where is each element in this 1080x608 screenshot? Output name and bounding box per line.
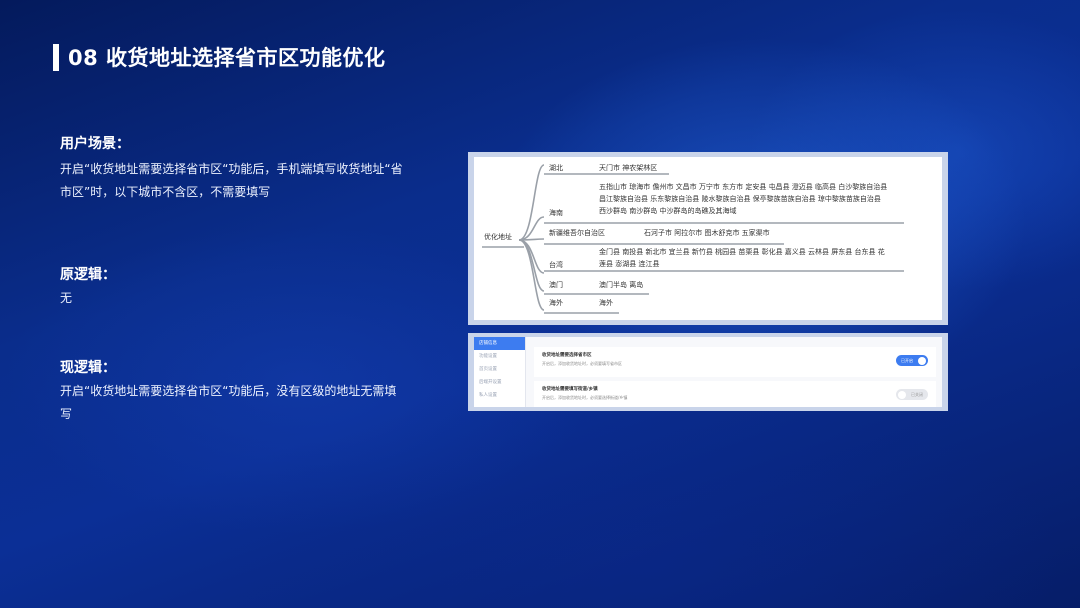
mindmap-branch-label: 台湾 bbox=[549, 261, 563, 269]
mindmap-canvas: 优化地址 湖北 天门市 神农架林区 海南 五指山市 琼海市 儋州市 文昌市 万宁… bbox=[474, 157, 942, 320]
setting-row: 收货地址需要选择省市区 开启后，添加收货地址时，必须要填写省市区 已开启 bbox=[534, 347, 936, 377]
mindmap-branch-items: 澳门半岛 离岛 bbox=[599, 281, 644, 289]
title-accent-bar bbox=[53, 44, 59, 71]
setting-title: 收货地址需要选择省市区 bbox=[542, 353, 592, 358]
mindmap-screenshot: 优化地址 湖北 天门市 神农架林区 海南 五指山市 琼海市 儋州市 文昌市 万宁… bbox=[468, 152, 948, 325]
setting-toggle[interactable]: 已关闭 bbox=[896, 389, 928, 400]
settings-main: 收货地址需要选择省市区 开启后，添加收货地址时，必须要填写省市区 已开启 收货地… bbox=[534, 341, 936, 407]
setting-title: 收货地址需要填写街道/乡镇 bbox=[542, 387, 598, 392]
old-logic-body: 无 bbox=[60, 291, 73, 305]
sidebar-item[interactable]: 功能设置 bbox=[474, 350, 525, 363]
page-title: 08 收货地址选择省市区功能优化 bbox=[68, 46, 386, 70]
toggle-label: 已开启 bbox=[901, 358, 913, 363]
scenario-body: 开启“收货地址需要选择省市区“功能后，手机端填写收货地址“省市区”时，以下城市不… bbox=[60, 162, 403, 199]
sidebar-item[interactable]: 店铺信息 bbox=[474, 337, 525, 350]
mindmap-branch-label: 新疆维吾尔自治区 bbox=[549, 229, 605, 237]
mindmap-branch-items: 金门县 南投县 新北市 宜兰县 新竹县 桃园县 苗栗县 彰化县 嘉义县 云林县 … bbox=[599, 248, 885, 268]
mindmap-branch-items: 五指山市 琼海市 儋州市 文昌市 万宁市 东方市 定安县 屯昌县 澄迈县 临高县… bbox=[599, 183, 888, 215]
toggle-label: 已关闭 bbox=[911, 392, 923, 397]
new-logic-body: 开启“收货地址需要选择省市区“功能后，没有区级的地址无需填写 bbox=[60, 384, 397, 421]
toggle-knob bbox=[918, 356, 926, 365]
mindmap-branch-label: 海南 bbox=[549, 209, 563, 217]
mindmap-branch-items: 海外 bbox=[599, 299, 613, 307]
sidebar-item[interactable]: 后端开设置 bbox=[474, 376, 525, 389]
mindmap-branch-items: 天门市 神农架林区 bbox=[599, 164, 658, 172]
setting-row: 收货地址需要填写街道/乡镇 开启后，添加收货地址时，必须要选择街道/乡镇 已关闭 bbox=[534, 381, 936, 407]
mindmap-branch-items: 石河子市 阿拉尔市 图木舒克市 五家渠市 bbox=[644, 229, 770, 237]
settings-panel: 店铺信息 功能设置 首页设置 后端开设置 私人设置 收货地址需要选择省市区 开启… bbox=[474, 337, 942, 407]
mindmap-root: 优化地址 bbox=[484, 233, 512, 241]
sidebar-item[interactable]: 私人设置 bbox=[474, 389, 525, 402]
old-logic-heading: 原逻辑： bbox=[60, 267, 116, 283]
mindmap-branch-label: 澳门 bbox=[549, 281, 563, 289]
setting-description: 开启后，添加收货地址时，必须要填写省市区 bbox=[542, 361, 622, 366]
setting-toggle[interactable]: 已开启 bbox=[896, 355, 928, 366]
mindmap-branch-label: 海外 bbox=[549, 299, 563, 307]
setting-description: 开启后，添加收货地址时，必须要选择街道/乡镇 bbox=[542, 395, 628, 400]
scenario-heading: 用户场景： bbox=[60, 136, 130, 152]
settings-screenshot: 店铺信息 功能设置 首页设置 后端开设置 私人设置 收货地址需要选择省市区 开启… bbox=[468, 333, 948, 411]
sidebar-item[interactable]: 首页设置 bbox=[474, 363, 525, 376]
new-logic-heading: 现逻辑： bbox=[60, 360, 116, 376]
toggle-knob bbox=[898, 390, 906, 399]
mindmap-branch-label: 湖北 bbox=[549, 164, 563, 172]
slide: 08 收货地址选择省市区功能优化 用户场景： 开启“收货地址需要选择省市区“功能… bbox=[0, 0, 1080, 608]
settings-sidebar: 店铺信息 功能设置 首页设置 后端开设置 私人设置 bbox=[474, 337, 526, 407]
